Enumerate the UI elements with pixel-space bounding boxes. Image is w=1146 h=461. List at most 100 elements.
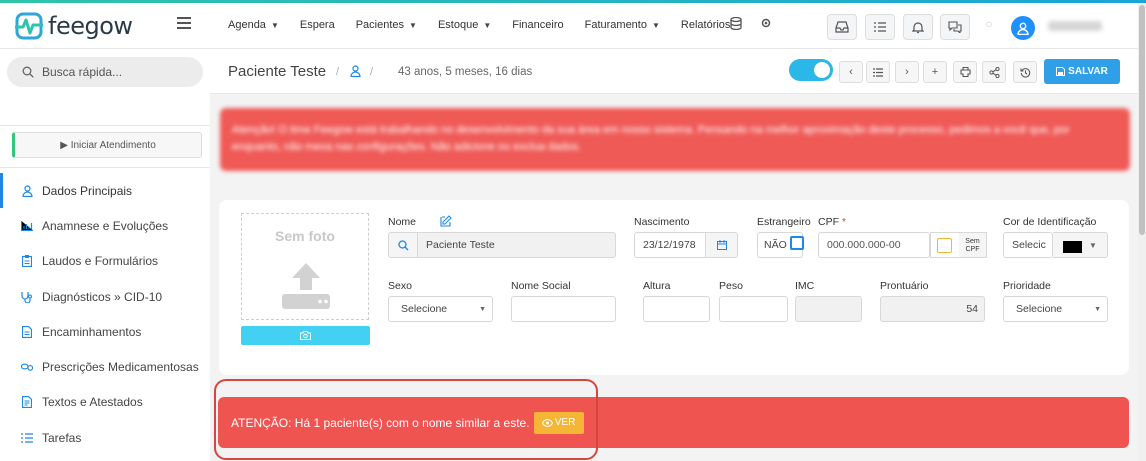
status-toggle[interactable]	[789, 59, 833, 81]
clipboard-icon	[21, 255, 33, 268]
peso-label: Peso	[719, 280, 743, 292]
chevron-down-icon: ▼	[479, 306, 486, 313]
tasks-icon	[21, 432, 33, 444]
sidebar-item-label: Prescrições Medicamentosas	[42, 360, 199, 375]
save-label: SALVAR	[1068, 66, 1108, 77]
calendar-icon[interactable]	[705, 232, 738, 258]
nome-label: Nome	[388, 216, 417, 228]
bell-icon[interactable]	[903, 14, 933, 40]
menu-item-relatorios[interactable]: Relatórios	[681, 19, 731, 31]
print-icon[interactable]	[953, 61, 977, 83]
cpf-input[interactable]: 000.000.000-00	[818, 232, 930, 258]
prioridade-value: Selecione	[1016, 303, 1063, 315]
prontuario-input: 54	[880, 296, 985, 322]
patient-user-icon[interactable]	[350, 65, 361, 80]
altura-label: Altura	[643, 280, 671, 292]
camera-button[interactable]	[241, 326, 370, 345]
caret-down-icon: ▼	[270, 21, 279, 30]
imc-label: IMC	[795, 280, 815, 292]
share-icon[interactable]	[982, 61, 1006, 83]
user-icon	[21, 185, 33, 197]
heartbeat-logo-icon	[15, 12, 43, 40]
sidebar-item-label: Textos e Atestados	[42, 395, 143, 410]
nome-input[interactable]: Paciente Teste	[417, 232, 616, 258]
sidebar-item-2[interactable]: Anamnese e Evoluções	[0, 208, 210, 243]
hamburger-menu-icon[interactable]	[177, 17, 191, 31]
photo-placeholder[interactable]: Sem foto	[241, 213, 369, 320]
color-swatch	[1063, 241, 1082, 253]
sidebar-item-label: Anamnese e Evoluções	[42, 218, 169, 233]
plus-icon[interactable]: +	[923, 61, 947, 83]
chevron-down-icon: ▼	[1089, 241, 1097, 250]
menu-item-label: Pacientes	[355, 19, 405, 31]
sem-cpf-wrapper	[930, 232, 962, 258]
menu-item-estoque[interactable]: Estoque ▼	[438, 19, 491, 31]
caret-down-icon: ▼	[651, 21, 660, 30]
prioridade-select[interactable]: Selecione ▼	[1003, 296, 1108, 322]
patient-age: 43 anos, 5 meses, 16 dias	[398, 66, 533, 78]
sidebar-item-3[interactable]: Laudos e Formulários	[0, 244, 210, 279]
menu-item-espera[interactable]: Espera	[300, 19, 335, 31]
estrangeiro-label: Estrangeiro	[757, 216, 811, 228]
edit-icon[interactable]	[440, 215, 452, 230]
search-placeholder: Busca rápida...	[42, 65, 123, 79]
page-scrollbar[interactable]	[1138, 3, 1146, 461]
search-icon	[388, 232, 418, 258]
nascimento-input[interactable]: 23/12/1978	[634, 232, 706, 258]
menu-item-faturamento[interactable]: Faturamento ▼	[585, 19, 660, 31]
menu-item-pacientes[interactable]: Pacientes ▼	[356, 19, 417, 31]
sidebar-item-label: Diagnósticos » CID-10	[42, 289, 163, 304]
sidebar-item-8[interactable]: Tarefas	[0, 420, 210, 455]
chat-icon[interactable]	[940, 14, 970, 40]
start-attendance-button[interactable]: ▶ Iniciar Atendimento	[12, 132, 202, 158]
list-icon[interactable]	[866, 61, 890, 83]
status-dot-icon: ○	[985, 17, 993, 31]
estrangeiro-checkbox[interactable]	[790, 236, 804, 250]
menu-item-agenda[interactable]: Agenda ▼	[228, 19, 279, 31]
divider	[0, 167, 210, 168]
main-menu: Agenda ▼ Espera Pacientes ▼ Estoque ▼ Financeir…	[228, 19, 751, 31]
chevron-right-icon[interactable]: ›	[895, 61, 919, 83]
menu-item-financeiro[interactable]: Financeiro	[512, 19, 563, 31]
sidebar-item-4[interactable]: Diagnósticos » CID-10	[0, 279, 210, 314]
sidebar: Busca rápida... ▶ Iniciar Atendimento Da…	[0, 49, 210, 461]
sexo-select[interactable]: Selecione ▼	[388, 296, 493, 322]
brand-logo[interactable]: feegow	[14, 11, 133, 41]
cor-select[interactable]: Selecic	[1003, 232, 1053, 258]
history-icon[interactable]	[1013, 61, 1037, 83]
altura-input[interactable]	[643, 296, 710, 322]
save-button[interactable]: SALVAR	[1044, 59, 1120, 84]
chevron-left-icon[interactable]: ‹	[839, 61, 863, 83]
chevron-down-icon: ▼	[1094, 306, 1101, 313]
page-title: Paciente Teste	[228, 63, 327, 80]
cor-label: Cor de Identificação	[1003, 216, 1097, 228]
highlight-outline	[214, 379, 598, 460]
floppy-icon	[1056, 67, 1066, 76]
avatar[interactable]	[1011, 16, 1035, 40]
nome-social-input[interactable]	[511, 296, 616, 322]
inbox-icon[interactable]	[827, 14, 857, 40]
caret-down-icon: ▼	[483, 21, 492, 30]
sidebar-item-7[interactable]: Textos e Atestados	[0, 385, 210, 420]
nome-social-label: Nome Social	[511, 280, 571, 292]
document-icon	[21, 325, 33, 338]
user-name-blurred[interactable]	[1048, 21, 1102, 31]
sidebar-item-6[interactable]: Prescrições Medicamentosas	[0, 349, 210, 384]
scrollbar-thumb[interactable]	[1139, 5, 1145, 235]
quick-search-input[interactable]: Busca rápida...	[7, 57, 203, 87]
nascimento-label: Nascimento	[634, 216, 690, 228]
sidebar-item-1[interactable]: Dados Principais	[0, 173, 210, 209]
task-list-icon[interactable]	[865, 14, 895, 40]
peso-input[interactable]	[719, 296, 788, 322]
menu-item-label: Faturamento	[584, 19, 647, 31]
dev-warning-alert: Atenção! O time Feegow está trabalhando …	[220, 108, 1130, 171]
gear-icon[interactable]	[759, 17, 773, 31]
database-icon[interactable]	[729, 16, 743, 31]
color-picker[interactable]: ▼	[1053, 232, 1108, 258]
menu-item-label: Financeiro	[512, 19, 564, 31]
sem-cpf-label: Sem CPF	[959, 232, 987, 258]
sem-cpf-checkbox[interactable]	[937, 238, 952, 253]
sidebar-item-5[interactable]: Encaminhamentos	[0, 314, 210, 349]
top-navbar: feegow Agenda ▼ Espera Pacientes ▼ Estoque ▼ Fi…	[0, 3, 1138, 49]
cpf-label: CPF *	[818, 216, 847, 228]
